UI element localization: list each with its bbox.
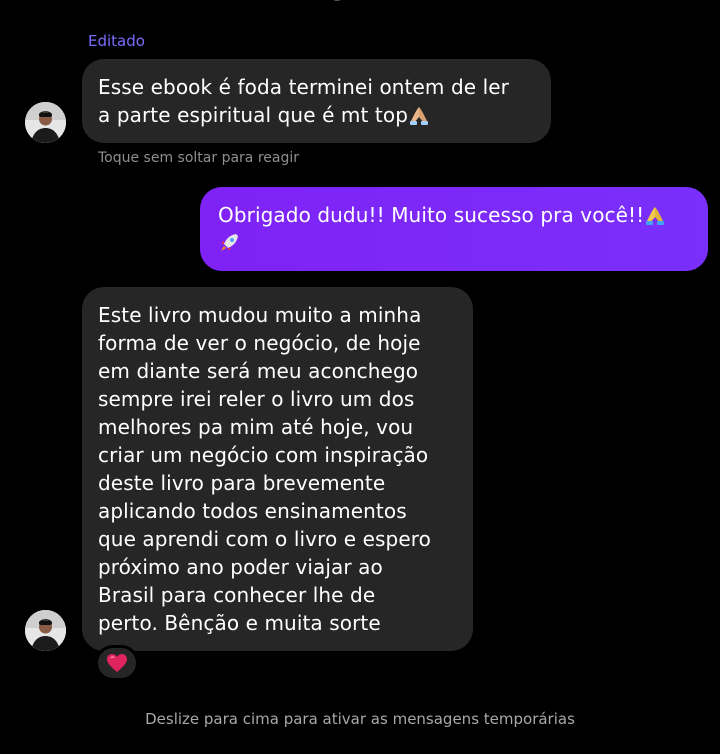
sender-avatar[interactable] bbox=[25, 610, 66, 651]
message-line: Esse ebook é foda terminei ontem de ler bbox=[98, 75, 509, 99]
folded-hands-icon bbox=[410, 107, 428, 125]
message-reaction[interactable] bbox=[95, 645, 139, 681]
message-line: melhores pa mim até hoje, vou bbox=[98, 415, 414, 439]
avatar-photo-icon bbox=[25, 610, 66, 651]
edited-label: Editado bbox=[88, 32, 145, 50]
message-line: Este livro mudou muito a minha bbox=[98, 303, 422, 327]
message-line: criar um negócio com inspiração bbox=[98, 443, 429, 467]
message-line: Obrigado dudu!! Muito sucesso pra você!! bbox=[218, 203, 645, 227]
folded-hands-icon bbox=[646, 207, 665, 225]
message-line: Brasil para conhecer lhe de bbox=[98, 583, 376, 607]
message-line: deste livro para brevemente bbox=[98, 471, 386, 495]
message-line: em diante será meu aconchego bbox=[98, 359, 419, 383]
message-line: sempre irei reler o livro um dos bbox=[98, 387, 415, 411]
message-line: forma de ver o negócio, de hoje bbox=[98, 331, 421, 355]
incoming-message-bubble[interactable]: Esse ebook é foda terminei ontem de ler … bbox=[82, 59, 551, 143]
message-line: aplicando todos ensinamentos bbox=[98, 499, 407, 523]
temporary-messages-hint: Deslize para cima para ativar as mensage… bbox=[145, 710, 575, 728]
incoming-message-bubble[interactable]: Este livro mudou muito a minha forma de … bbox=[82, 287, 473, 651]
message-line: a parte espiritual que é mt top bbox=[98, 103, 408, 127]
rocket-icon bbox=[221, 234, 238, 251]
outgoing-message-bubble[interactable]: Obrigado dudu!! Muito sucesso pra você!! bbox=[200, 187, 708, 271]
sender-avatar[interactable] bbox=[25, 102, 66, 143]
reaction-hint: Toque sem soltar para reagir bbox=[98, 150, 300, 166]
red-heart-icon bbox=[107, 654, 127, 672]
message-line: próximo ano poder viajar ao bbox=[98, 555, 383, 579]
top-scroll-indicator bbox=[330, 0, 344, 1]
message-line: perto. Bênção e muita sorte bbox=[98, 611, 381, 635]
avatar-photo-icon bbox=[25, 102, 66, 143]
message-line: que aprendi com o livro e espero bbox=[98, 527, 431, 551]
